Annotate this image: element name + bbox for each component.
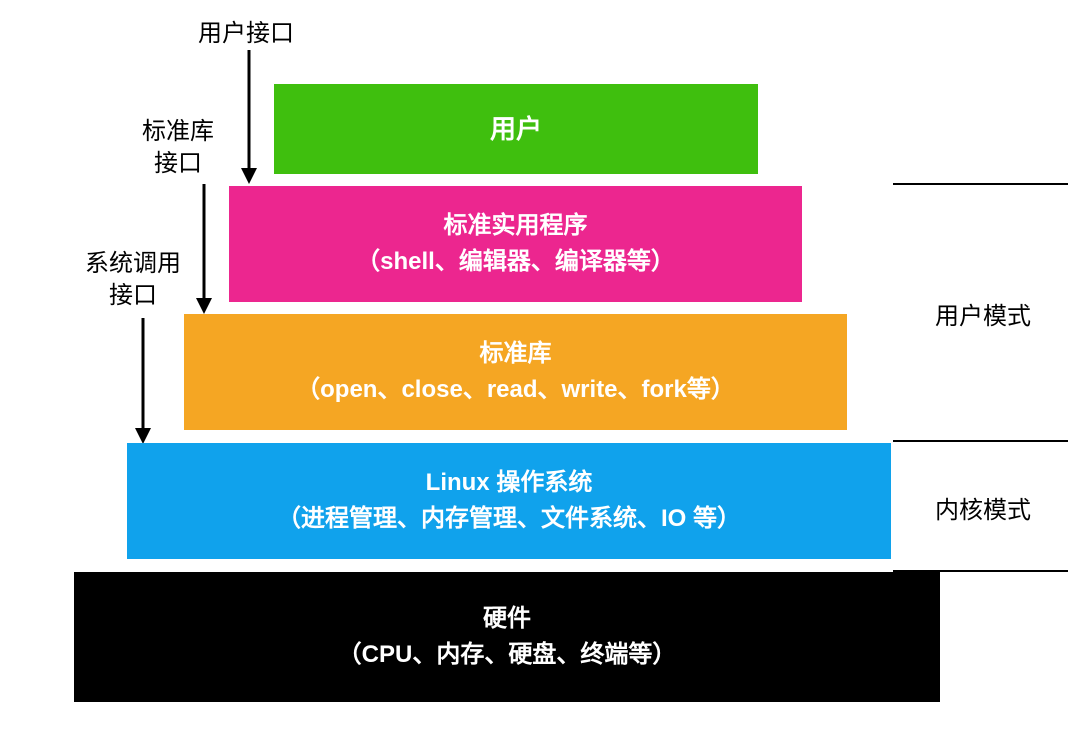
mode-divider-bottom	[893, 570, 1068, 572]
layer-stdlib-title: 标准库	[480, 336, 552, 372]
layer-os-sub: （进程管理、内存管理、文件系统、IO 等）	[277, 501, 741, 537]
linux-architecture-diagram: 用户接口 标准库 接口 系统调用 接口 用户 标准实用程序 （shell、编辑器…	[0, 0, 1080, 729]
layer-os-title: Linux 操作系统	[426, 465, 593, 501]
layer-utilities-title: 标准实用程序	[444, 208, 588, 244]
layer-hardware: 硬件 （CPU、内存、硬盘、终端等）	[74, 572, 940, 702]
mode-divider-middle	[893, 440, 1068, 442]
layer-hardware-title: 硬件	[483, 601, 531, 637]
layer-utilities-sub: （shell、编辑器、编译器等）	[356, 244, 675, 280]
arrow-syscall-interface	[131, 318, 155, 446]
layer-utilities: 标准实用程序 （shell、编辑器、编译器等）	[229, 186, 802, 302]
annotation-user-interface: 用户接口	[198, 18, 294, 50]
arrow-user-interface	[237, 50, 261, 185]
arrow-stdlib-interface	[192, 184, 216, 316]
layer-stdlib: 标准库 （open、close、read、write、fork等）	[184, 314, 847, 430]
annotation-stdlib-interface: 标准库 接口	[142, 116, 214, 181]
layer-stdlib-sub: （open、close、read、write、fork等）	[296, 372, 735, 408]
label-user-mode: 用户模式	[935, 296, 1031, 331]
layer-os: Linux 操作系统 （进程管理、内存管理、文件系统、IO 等）	[127, 443, 891, 559]
layer-user: 用户	[274, 84, 758, 174]
mode-divider-top	[893, 183, 1068, 185]
layer-hardware-sub: （CPU、内存、硬盘、终端等）	[338, 637, 677, 673]
annotation-syscall-interface: 系统调用 接口	[85, 248, 181, 313]
layer-user-title: 用户	[490, 110, 542, 149]
label-kernel-mode: 内核模式	[935, 490, 1031, 525]
